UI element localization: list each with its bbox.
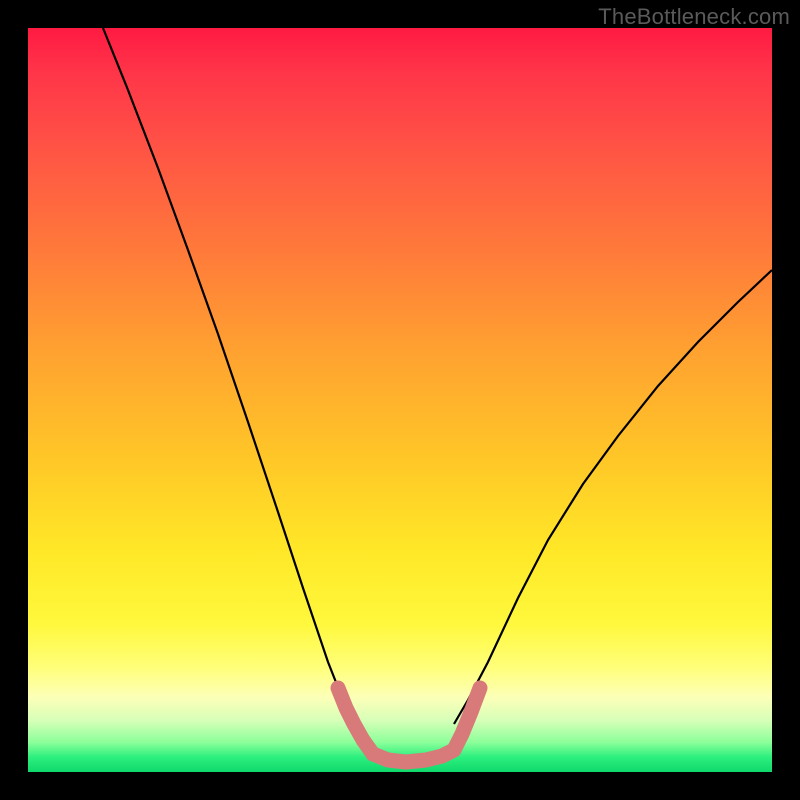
curve-layer [28,28,772,772]
chart-frame: TheBottleneck.com [0,0,800,800]
series-bottom-highlight [373,750,454,762]
series-left-curve [103,28,354,724]
series-right-curve [454,270,772,724]
watermark-text: TheBottleneck.com [598,4,790,30]
plot-area [28,28,772,772]
series-left-tip-highlight [338,688,373,754]
